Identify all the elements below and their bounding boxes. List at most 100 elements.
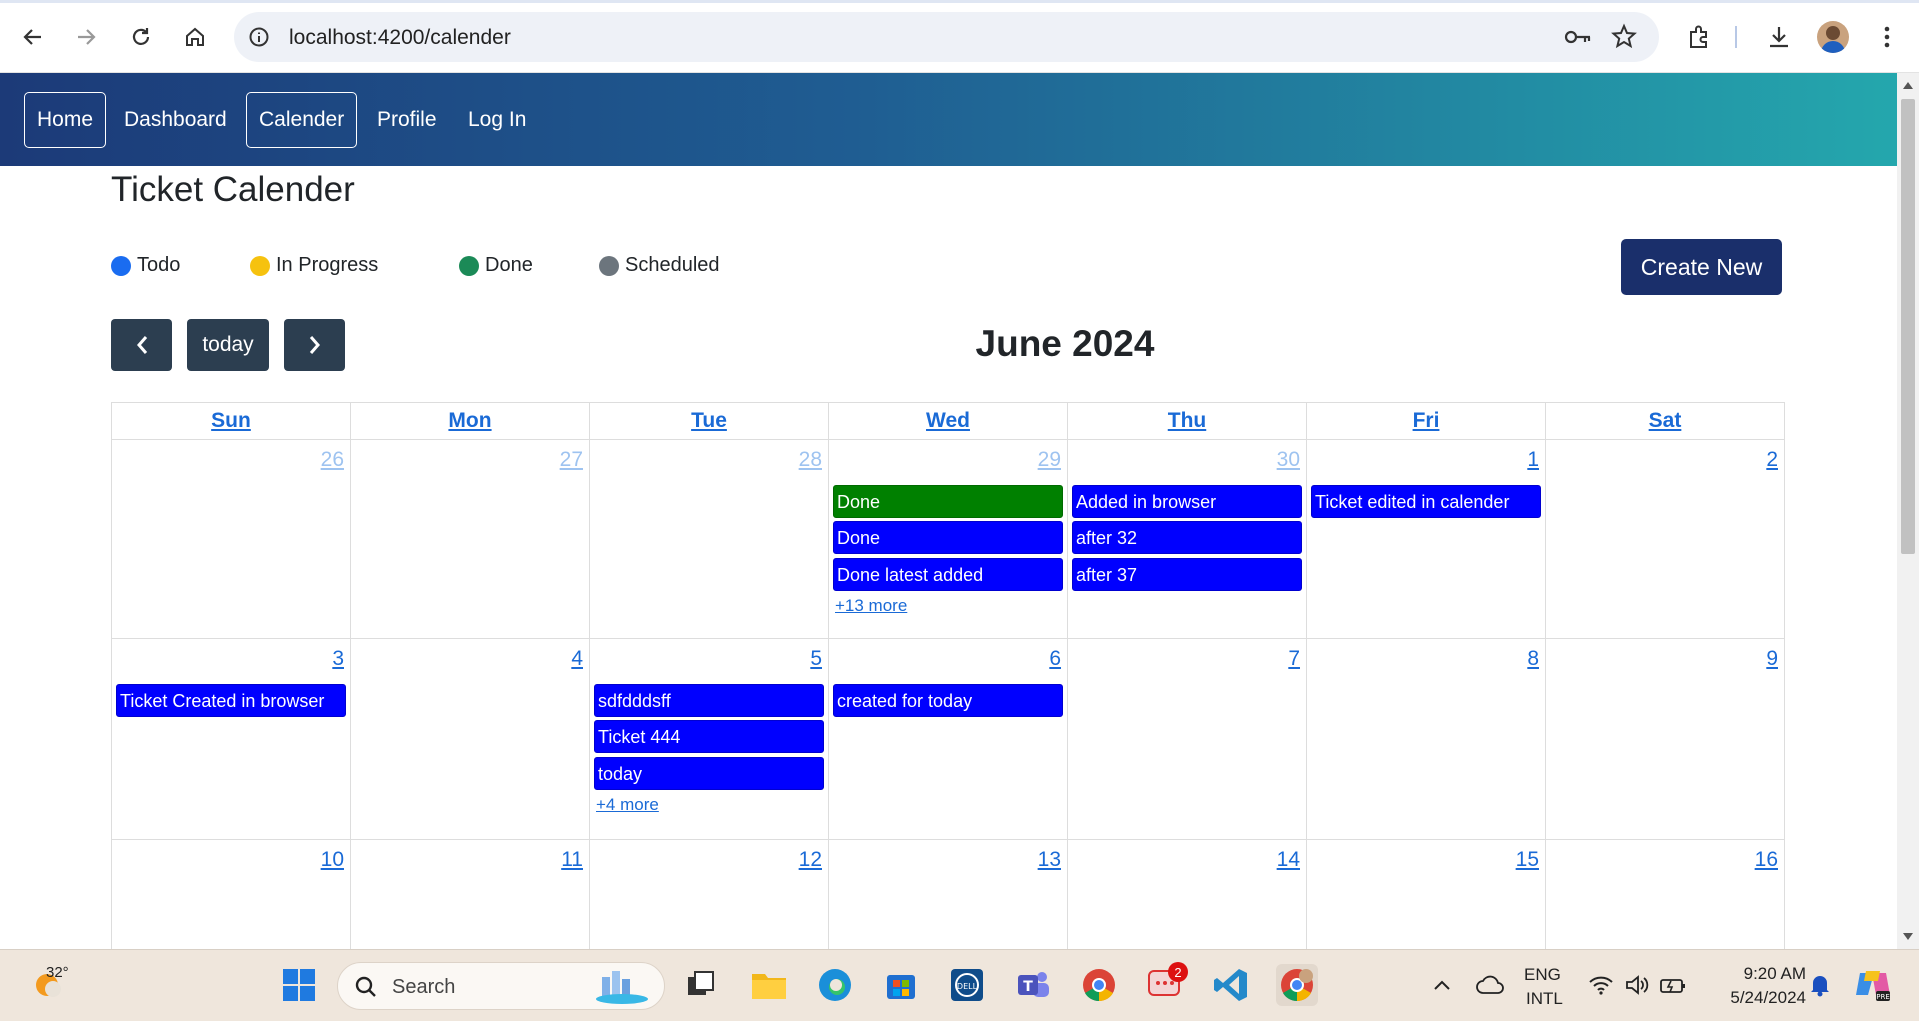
scroll-down-icon[interactable]	[1903, 933, 1913, 940]
day-number[interactable]: 5	[810, 647, 822, 671]
menu-icon[interactable]	[1870, 20, 1904, 54]
day-number[interactable]: 8	[1527, 647, 1539, 671]
day-header-wed[interactable]: Wed	[829, 403, 1068, 439]
day-number[interactable]: 27	[560, 448, 583, 472]
teams-icon[interactable]: T	[1012, 964, 1054, 1006]
star-icon[interactable]	[1611, 23, 1637, 54]
calendar-event[interactable]: sdfdddsff	[594, 684, 824, 717]
calendar-event[interactable]: Done	[833, 521, 1063, 554]
more-events-link[interactable]: +4 more	[596, 795, 659, 815]
day-cell[interactable]: 2	[1546, 440, 1784, 638]
home-icon[interactable]	[178, 20, 212, 54]
edge-icon[interactable]	[814, 964, 856, 1006]
create-new-button[interactable]: Create New	[1621, 239, 1782, 295]
day-number[interactable]: 3	[332, 647, 344, 671]
prev-month-button[interactable]	[111, 319, 172, 371]
day-cell[interactable]: 16	[1546, 840, 1784, 949]
language-line1[interactable]: ENG	[1524, 964, 1561, 986]
day-cell[interactable]: 30 Added in browser after 32 after 37	[1068, 440, 1307, 638]
day-cell[interactable]: 9	[1546, 639, 1784, 839]
day-number[interactable]: 30	[1277, 448, 1300, 472]
task-view-icon[interactable]	[680, 964, 722, 1006]
extensions-icon[interactable]	[1682, 20, 1716, 54]
day-number[interactable]: 28	[799, 448, 822, 472]
key-icon[interactable]	[1563, 25, 1593, 54]
day-number[interactable]: 4	[571, 647, 583, 671]
taskbar-search[interactable]: Search	[337, 962, 665, 1010]
day-cell[interactable]: 6 created for today	[829, 639, 1068, 839]
day-cell[interactable]: 26	[112, 440, 351, 638]
notification-bell-icon[interactable]	[1799, 964, 1841, 1006]
info-icon[interactable]	[248, 26, 270, 48]
day-number[interactable]: 9	[1766, 647, 1778, 671]
day-number[interactable]: 6	[1049, 647, 1061, 671]
day-cell[interactable]: 5 sdfdddsff Ticket 444 today +4 more	[590, 639, 829, 839]
url-text[interactable]: localhost:4200/calender	[289, 26, 511, 50]
forward-icon[interactable]	[69, 20, 103, 54]
language-line2[interactable]: INTL	[1526, 988, 1563, 1010]
day-cell[interactable]: 8	[1307, 639, 1546, 839]
next-month-button[interactable]	[284, 319, 345, 371]
chevron-up-icon[interactable]	[1421, 964, 1463, 1006]
calendar-event[interactable]: Done	[833, 485, 1063, 518]
day-number[interactable]: 1	[1527, 448, 1539, 472]
clock-date[interactable]: 5/24/2024	[1706, 987, 1806, 1009]
calendar-event[interactable]: created for today	[833, 684, 1063, 717]
vscode-icon[interactable]	[1210, 964, 1252, 1006]
scroll-up-icon[interactable]	[1903, 82, 1913, 89]
nav-calender[interactable]: Calender	[246, 92, 358, 148]
day-cell[interactable]: 14	[1068, 840, 1307, 949]
day-cell[interactable]: 11	[351, 840, 590, 949]
calendar-event[interactable]: after 37	[1072, 558, 1302, 591]
nav-home[interactable]: Home	[24, 92, 107, 148]
calendar-event[interactable]: Ticket Created in browser	[116, 684, 346, 717]
download-icon[interactable]	[1762, 20, 1796, 54]
day-cell[interactable]: 3 Ticket Created in browser	[112, 639, 351, 839]
profile-avatar[interactable]	[1817, 21, 1849, 53]
calendar-event[interactable]: today	[594, 757, 824, 790]
calendar-event[interactable]: Ticket edited in calender	[1311, 485, 1541, 518]
day-header-tue[interactable]: Tue	[590, 403, 829, 439]
nav-login[interactable]: Log In	[455, 92, 539, 148]
scrollbar-thumb[interactable]	[1901, 99, 1915, 554]
day-cell[interactable]: 29 Done Done Done latest added +13 more	[829, 440, 1068, 638]
start-icon[interactable]	[278, 964, 320, 1006]
day-cell[interactable]: 1 Ticket edited in calender	[1307, 440, 1546, 638]
day-header-thu[interactable]: Thu	[1068, 403, 1307, 439]
day-cell[interactable]: 4	[351, 639, 590, 839]
day-cell[interactable]: 15	[1307, 840, 1546, 949]
calendar-event[interactable]: Done latest added	[833, 558, 1063, 591]
day-cell[interactable]: 7	[1068, 639, 1307, 839]
day-header-fri[interactable]: Fri	[1307, 403, 1546, 439]
nav-profile[interactable]: Profile	[364, 92, 450, 148]
day-number[interactable]: 13	[1038, 848, 1061, 872]
day-number[interactable]: 14	[1277, 848, 1300, 872]
day-cell[interactable]: 28	[590, 440, 829, 638]
today-button[interactable]: today	[187, 319, 269, 371]
chrome-icon[interactable]	[1078, 964, 1120, 1006]
address-bar[interactable]: localhost:4200/calender	[234, 12, 1659, 62]
file-explorer-icon[interactable]	[748, 964, 790, 1006]
copilot-icon[interactable]: PRE	[1852, 964, 1894, 1006]
reload-icon[interactable]	[124, 20, 158, 54]
day-number[interactable]: 10	[321, 848, 344, 872]
clock-time[interactable]: 9:20 AM	[1718, 963, 1806, 985]
battery-icon[interactable]	[1652, 964, 1694, 1006]
back-icon[interactable]	[16, 20, 50, 54]
day-number[interactable]: 29	[1038, 448, 1061, 472]
chrome-profile-icon[interactable]	[1276, 964, 1318, 1006]
day-number[interactable]: 2	[1766, 448, 1778, 472]
more-events-link[interactable]: +13 more	[835, 596, 907, 616]
day-number[interactable]: 11	[561, 848, 583, 872]
onedrive-icon[interactable]	[1469, 964, 1511, 1006]
day-number[interactable]: 7	[1288, 647, 1300, 671]
day-number[interactable]: 12	[799, 848, 822, 872]
day-cell[interactable]: 13	[829, 840, 1068, 949]
calendar-event[interactable]: Added in browser	[1072, 485, 1302, 518]
page-scrollbar[interactable]	[1897, 73, 1919, 949]
dell-icon[interactable]: DELL	[946, 964, 988, 1006]
day-header-sat[interactable]: Sat	[1546, 403, 1784, 439]
calendar-event[interactable]: Ticket 444	[594, 720, 824, 753]
day-number[interactable]: 15	[1516, 848, 1539, 872]
day-cell[interactable]: 10	[112, 840, 351, 949]
